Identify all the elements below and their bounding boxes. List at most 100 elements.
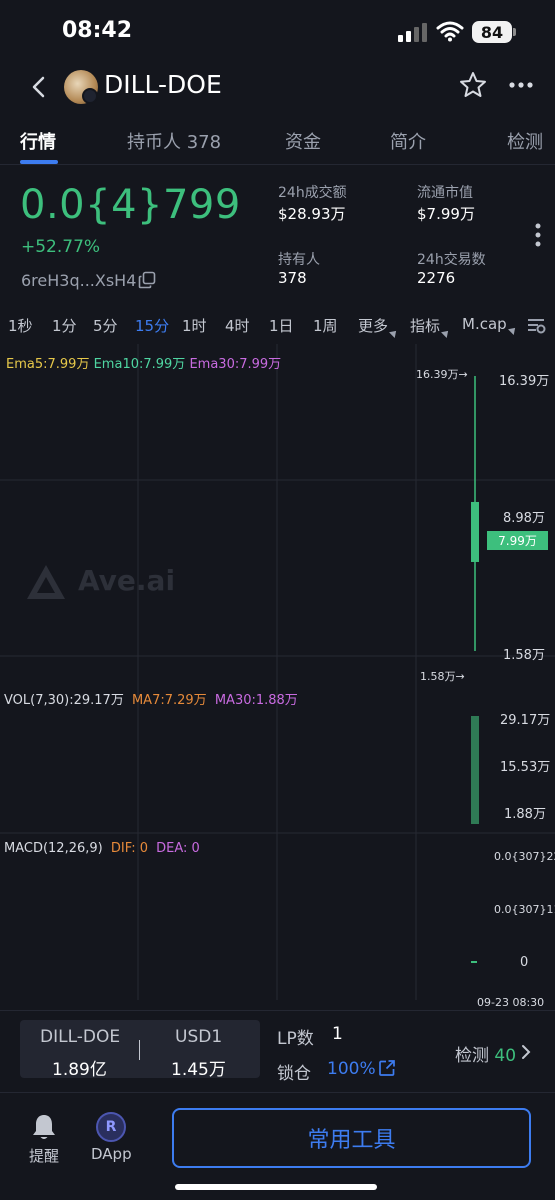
current-price: 0.0{4}799 [20, 182, 241, 228]
price-axis-tick: 16.39万 [499, 374, 550, 389]
home-indicator [175, 1184, 377, 1190]
timeframe-4h[interactable]: 4时 [225, 315, 250, 336]
macd-label: MACD(12,26,9) [4, 841, 103, 856]
mcap-toggle[interactable]: M.cap [462, 315, 518, 335]
ema30-value: Ema30:7.99万 [189, 357, 282, 372]
volume-24h-label: 24h成交额 [278, 185, 347, 201]
favorite-star-icon[interactable] [459, 71, 487, 99]
mcap-toggle-label: M.cap [462, 315, 507, 333]
tab-intro[interactable]: 简介 [390, 128, 426, 154]
vol-ma30: MA30:1.88万 [214, 693, 298, 708]
lock-value[interactable]: 100% [327, 1059, 376, 1079]
volume-axis-tick: 1.88万 [504, 807, 546, 822]
tab-market[interactable]: 行情 [20, 128, 56, 154]
dapp-label[interactable]: DApp [91, 1145, 132, 1163]
volume-axis-tick: 29.17万 [500, 713, 551, 728]
macd-legend: MACD(12,26,9) DIF: 0 DEA: 0 [4, 841, 200, 856]
volume-axis-tick: 15.53万 [500, 760, 551, 775]
ave-logo-icon [27, 565, 65, 599]
timeframe-1m[interactable]: 1分 [52, 315, 77, 336]
tab-funds[interactable]: 资金 [285, 128, 321, 154]
candlestick-chart[interactable] [0, 344, 555, 1010]
token-name: DILL-DOE [104, 70, 222, 99]
macd-axis-tick: 0.0{307}111 [494, 903, 555, 916]
vol-label: VOL(7,30):29.17万 [4, 693, 124, 708]
candle-body [471, 501, 479, 562]
divider [0, 164, 555, 165]
dapp-icon[interactable]: R [96, 1112, 126, 1142]
macd-dif: DIF: 0 [110, 841, 148, 856]
detect-score[interactable]: 检测 40 [455, 1041, 516, 1066]
holders-label: 持有人 [278, 252, 320, 268]
bell-icon[interactable] [30, 1112, 58, 1142]
battery-tip [513, 28, 516, 36]
vol-ma7: MA7:7.29万 [131, 693, 207, 708]
caret-icon [507, 325, 518, 335]
price-axis-tick: 8.98万 [503, 511, 545, 526]
battery-icon: 84 [472, 21, 512, 43]
back-icon[interactable] [26, 72, 54, 102]
macd-dea: DEA: 0 [156, 841, 200, 856]
high-marker: 16.39万→ [416, 368, 468, 381]
ema5-value: Ema5:7.99万 [6, 357, 90, 372]
price-change: +52.77% [21, 237, 101, 257]
status-time: 08:42 [62, 18, 133, 43]
caret-icon [441, 328, 451, 338]
holders-value: 378 [278, 269, 307, 287]
pair-b-amount: 1.45万 [171, 1060, 226, 1080]
cell-signal-icon [398, 23, 427, 42]
copy-icon[interactable] [138, 271, 156, 289]
tab-detect[interactable]: 检测 [507, 128, 543, 154]
timeframe-1s[interactable]: 1秒 [8, 315, 33, 336]
detect-label: 检测 [455, 1046, 489, 1066]
pair-b-name: USD1 [175, 1027, 223, 1047]
timeframe-1d[interactable]: 1日 [269, 315, 294, 336]
lp-count-label: LP数 [277, 1029, 314, 1049]
lock-label: 锁仓 [277, 1064, 311, 1084]
macd-axis-tick: 0.0{307}222 [494, 850, 555, 863]
pair-separator [139, 1040, 140, 1060]
contract-address[interactable]: 6reH3q...XsH4 [21, 271, 136, 290]
pair-a-amount: 1.89亿 [52, 1060, 107, 1080]
tx-24h-value: 2276 [417, 269, 456, 287]
ema-legend: Ema5:7.99万 Ema10:7.99万 Ema30:7.99万 [6, 353, 281, 372]
tx-24h-label: 24h交易数 [417, 252, 486, 268]
divider [0, 1092, 555, 1093]
chevron-right-icon[interactable] [520, 1043, 532, 1061]
tab-holders[interactable]: 持币人 378 [127, 128, 221, 154]
ema10-value: Ema10:7.99万 [93, 357, 186, 372]
indicator-menu[interactable]: 指标 [410, 315, 451, 338]
tab-bar: 行情 持币人 378 资金 简介 检测 [0, 118, 555, 164]
caret-icon [389, 328, 399, 338]
volume-bar [471, 716, 479, 824]
timeframe-more[interactable]: 更多 [358, 315, 399, 338]
detect-value: 40 [494, 1046, 517, 1066]
wifi-icon [436, 21, 464, 42]
chain-badge-icon [82, 88, 98, 104]
time-axis-label: 09-23 08:30 [477, 996, 545, 1009]
mcap-label: 流通市值 [417, 185, 473, 201]
lp-count-value: 1 [332, 1024, 343, 1044]
alert-label[interactable]: 提醒 [29, 1145, 59, 1166]
volume-legend: VOL(7,30):29.17万 MA7:7.29万 MA30:1.88万 [4, 689, 298, 708]
mcap-value: $7.99万 [417, 205, 475, 223]
volume-24h-value: $28.93万 [278, 205, 346, 223]
kebab-menu-icon[interactable] [534, 222, 542, 248]
timeframe-5m[interactable]: 5分 [93, 315, 118, 336]
timeframe-1h[interactable]: 1时 [182, 315, 207, 336]
low-marker: 1.58万→ [420, 670, 465, 683]
timeframe-1w[interactable]: 1周 [313, 315, 338, 336]
current-price-tag: 7.99万 [487, 531, 548, 550]
more-icon[interactable] [508, 78, 534, 92]
battery-level: 84 [480, 22, 504, 42]
price-axis-tick: 1.58万 [503, 648, 545, 663]
timeframe-more-label: 更多 [358, 317, 389, 335]
pair-a-name: DILL-DOE [40, 1027, 121, 1047]
watermark: Ave.ai [78, 564, 176, 597]
indicator-label: 指标 [410, 317, 441, 335]
timeframe-15m[interactable]: 15分 [135, 315, 169, 336]
chart-settings-icon[interactable] [526, 315, 546, 335]
external-link-icon[interactable] [378, 1059, 396, 1077]
common-tools-button[interactable]: 常用工具 [172, 1108, 531, 1168]
macd-axis-tick: 0 [520, 955, 529, 970]
